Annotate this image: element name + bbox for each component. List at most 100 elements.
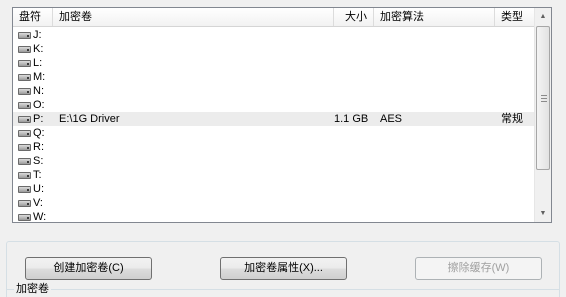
size-cell	[334, 140, 374, 154]
drive-letter: L:	[33, 57, 43, 69]
column-header-algorithm[interactable]: 加密算法	[374, 8, 495, 26]
drive-letter: W:	[33, 211, 47, 223]
create-volume-button[interactable]: 创建加密卷(C)	[25, 257, 152, 280]
list-rows: J: K: L: M: N: O: P: E:\1G Driver 1.1 GB AES 常规 Q: R…	[13, 28, 536, 224]
drive-icon	[18, 115, 31, 123]
table-row[interactable]: T:	[13, 168, 536, 182]
drive-letter: M:	[33, 71, 46, 83]
drive-cell: P:	[13, 112, 53, 126]
algorithm-cell	[374, 56, 495, 70]
groupbox-label: 加密卷	[14, 283, 51, 295]
scroll-down-arrow-icon[interactable]: ▼	[535, 205, 551, 222]
drive-icon	[18, 157, 31, 165]
drive-icon	[18, 213, 31, 221]
size-cell	[334, 42, 374, 56]
drive-letter: P:	[33, 113, 44, 125]
volume-groupbox: 加密卷	[6, 284, 560, 297]
volume-cell	[53, 154, 334, 168]
type-cell	[495, 42, 536, 56]
drive-letter: K:	[33, 43, 44, 55]
type-cell	[495, 210, 536, 224]
drive-letter: J:	[33, 29, 42, 41]
type-cell	[495, 154, 536, 168]
drive-cell: V:	[13, 196, 53, 210]
type-cell	[495, 84, 536, 98]
drive-icon	[18, 171, 31, 179]
table-row[interactable]: S:	[13, 154, 536, 168]
volume-properties-button[interactable]: 加密卷属性(X)...	[220, 257, 347, 280]
type-cell	[495, 56, 536, 70]
drive-letter: S:	[33, 155, 44, 167]
column-header-type[interactable]: 类型	[495, 8, 536, 26]
algorithm-cell: AES	[380, 113, 403, 125]
column-header-size[interactable]: 大小	[334, 8, 374, 26]
column-header-volume[interactable]: 加密卷	[53, 8, 334, 26]
algorithm-cell	[374, 196, 495, 210]
table-row[interactable]: O:	[13, 98, 536, 112]
algorithm-cell	[374, 140, 495, 154]
volume-cell	[53, 126, 334, 140]
drive-icon	[18, 87, 31, 95]
volume-cell: E:\1G Driver	[59, 113, 120, 125]
drive-cell: M:	[13, 70, 53, 84]
scroll-up-arrow-icon[interactable]: ▲	[535, 8, 551, 25]
table-row[interactable]: W:	[13, 210, 536, 224]
type-cell	[495, 168, 536, 182]
drive-cell: J:	[13, 28, 53, 42]
size-cell	[334, 154, 374, 168]
wipe-cache-button[interactable]: 擦除缓存(W)	[415, 257, 542, 280]
drive-icon	[18, 31, 31, 39]
algorithm-cell	[374, 84, 495, 98]
size-cell	[334, 84, 374, 98]
column-header-drive[interactable]: 盘符	[13, 8, 53, 26]
list-header: 盘符 加密卷 大小 加密算法 类型	[13, 8, 536, 27]
drive-letter: V:	[33, 197, 43, 209]
table-row[interactable]: Q:	[13, 126, 536, 140]
table-row[interactable]: V:	[13, 196, 536, 210]
drive-icon	[18, 73, 31, 81]
volume-cell	[53, 70, 334, 84]
drive-icon	[18, 101, 31, 109]
vertical-scrollbar[interactable]: ▲ ▼	[534, 8, 551, 222]
drive-cell: Q:	[13, 126, 53, 140]
scrollbar-grip-icon	[541, 95, 547, 102]
table-row[interactable]: L:	[13, 56, 536, 70]
drive-cell: T:	[13, 168, 53, 182]
drive-icon	[18, 45, 31, 53]
size-cell	[334, 182, 374, 196]
volume-cell	[53, 168, 334, 182]
drive-cell: S:	[13, 154, 53, 168]
type-cell	[495, 140, 536, 154]
volume-cell	[53, 42, 334, 56]
scrollbar-thumb[interactable]	[536, 26, 550, 170]
volume-cell	[53, 196, 334, 210]
algorithm-cell	[374, 182, 495, 196]
table-row[interactable]: U:	[13, 182, 536, 196]
type-cell	[495, 98, 536, 112]
table-row[interactable]: M:	[13, 70, 536, 84]
algorithm-cell	[374, 154, 495, 168]
table-row[interactable]: R:	[13, 140, 536, 154]
table-row[interactable]: P: E:\1G Driver 1.1 GB AES 常规	[13, 112, 536, 126]
algorithm-cell	[374, 70, 495, 84]
size-cell	[334, 28, 374, 42]
volume-cell	[53, 182, 334, 196]
algorithm-cell	[374, 98, 495, 112]
table-row[interactable]: N:	[13, 84, 536, 98]
algorithm-cell	[374, 126, 495, 140]
table-row[interactable]: K:	[13, 42, 536, 56]
size-cell	[334, 210, 374, 224]
volume-list[interactable]: 盘符 加密卷 大小 加密算法 类型 J: K: L: M: N: O: P: E:\1G Dr…	[12, 7, 552, 223]
type-cell	[495, 70, 536, 84]
type-cell	[495, 182, 536, 196]
algorithm-cell	[374, 42, 495, 56]
volume-cell	[53, 140, 334, 154]
drive-cell: K:	[13, 42, 53, 56]
drive-icon	[18, 59, 31, 67]
size-cell	[334, 168, 374, 182]
drive-letter: O:	[33, 99, 45, 111]
algorithm-cell	[374, 210, 495, 224]
algorithm-cell	[374, 168, 495, 182]
drive-letter: T:	[33, 169, 42, 181]
table-row[interactable]: J:	[13, 28, 536, 42]
